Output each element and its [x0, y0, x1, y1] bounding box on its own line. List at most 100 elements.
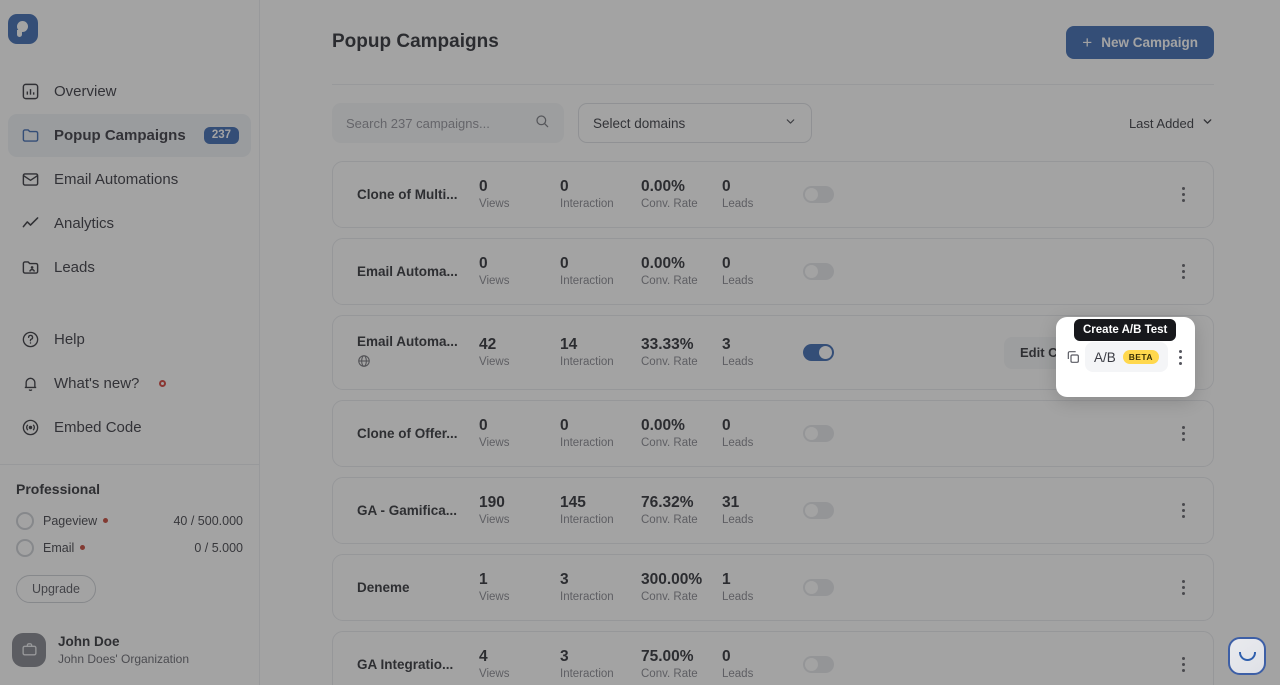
- stat-value: 0: [560, 177, 569, 195]
- stat-value: 0: [722, 254, 731, 272]
- stat-label: Interaction: [560, 198, 614, 210]
- stat-label: Leads: [722, 591, 754, 603]
- user-text-wrap: John Doe John Does' Organization: [58, 633, 189, 667]
- stat-value: 1: [722, 570, 731, 588]
- stat-value: 14: [560, 335, 578, 353]
- stat-label: Views: [479, 356, 510, 368]
- stat-value: 0: [479, 254, 488, 272]
- stat-label: Leads: [722, 275, 754, 287]
- sidebar-item-label: Popup Campaigns: [54, 127, 186, 144]
- campaign-status-toggle[interactable]: [803, 502, 834, 519]
- campaign-name: Clone of Offer...: [357, 426, 458, 441]
- quota-ring-icon: [16, 511, 34, 530]
- sidebar-item-label: Analytics: [54, 215, 115, 232]
- sidebar: Overview Popup Campaigns 237 Email Autom…: [0, 0, 260, 685]
- ab-test-button[interactable]: A/B BETA: [1085, 342, 1168, 372]
- stat-label: Conv. Rate: [641, 275, 698, 287]
- user-account-block[interactable]: John Doe John Does' Organization: [0, 632, 259, 685]
- search-icon[interactable]: [534, 113, 550, 134]
- quota-name-wrap: Pageview: [43, 514, 109, 528]
- search-container[interactable]: [332, 103, 564, 143]
- more-vertical-icon[interactable]: [1171, 657, 1195, 672]
- sidebar-item-popup-campaigns[interactable]: Popup Campaigns 237: [8, 114, 251, 157]
- logo-container: [0, 0, 259, 58]
- stat-views: 0 Views: [479, 416, 560, 450]
- more-vertical-icon[interactable]: [1171, 426, 1195, 441]
- campaign-status-toggle[interactable]: [803, 344, 834, 361]
- stat-views: 190 Views: [479, 494, 560, 527]
- row-actions: [1171, 503, 1195, 518]
- more-vertical-icon[interactable]: [1171, 187, 1195, 202]
- popupsmart-logo[interactable]: [8, 14, 38, 44]
- sidebar-item-email-automations[interactable]: Email Automations: [8, 158, 251, 201]
- domain-select[interactable]: Select domains: [578, 103, 812, 143]
- table-row[interactable]: Deneme 1 Views 3 Interaction 300.00% Con…: [332, 554, 1214, 621]
- sidebar-item-label: Embed Code: [54, 419, 142, 436]
- chevron-down-icon: [1201, 115, 1214, 131]
- table-row[interactable]: Clone of Offer... 0 Views 0 Interaction …: [332, 400, 1214, 467]
- more-vertical-icon[interactable]: [1171, 264, 1195, 279]
- campaign-name-wrap: Email Automa...: [357, 334, 479, 371]
- search-input[interactable]: [346, 115, 534, 131]
- page-title: Popup Campaigns: [332, 31, 499, 52]
- campaign-status-toggle[interactable]: [803, 263, 834, 280]
- campaign-name: Clone of Multi...: [357, 187, 458, 202]
- stat-value: 4: [479, 647, 488, 665]
- stat-value: 300.00%: [641, 570, 703, 588]
- table-row[interactable]: GA Integratio... 4 Views 3 Interaction 7…: [332, 631, 1214, 685]
- campaign-name: Email Automa...: [357, 334, 458, 349]
- stat-value: 76.32%: [641, 493, 694, 511]
- sidebar-item-label: Overview: [54, 83, 117, 100]
- user-name: John Doe: [58, 633, 120, 649]
- table-row[interactable]: Email Automa... 0 Views 0 Interaction 0.…: [332, 238, 1214, 305]
- table-row[interactable]: Clone of Multi... 0 Views 0 Interaction …: [332, 161, 1214, 228]
- new-campaign-button[interactable]: + New Campaign: [1066, 25, 1214, 59]
- sidebar-item-label: What's new?: [54, 375, 140, 392]
- sidebar-item-whats-new[interactable]: What's new?: [8, 362, 251, 405]
- more-vertical-icon[interactable]: [1171, 580, 1195, 595]
- ab-test-tooltip: Create A/B Test: [1074, 319, 1177, 341]
- stat-value: 3: [722, 335, 731, 353]
- sidebar-item-analytics[interactable]: Analytics: [8, 202, 251, 245]
- new-campaign-label: New Campaign: [1101, 34, 1198, 50]
- sort-control[interactable]: Last Added: [1129, 115, 1214, 131]
- campaign-name: GA - Gamifica...: [357, 503, 458, 518]
- more-vertical-icon[interactable]: [1171, 503, 1195, 518]
- stat-interaction: 0 Interaction: [560, 177, 641, 211]
- user-organization: John Does' Organization: [58, 651, 190, 666]
- stat-value: 75.00%: [641, 647, 694, 665]
- campaign-status-toggle[interactable]: [803, 425, 834, 442]
- sidebar-item-leads[interactable]: Leads: [8, 246, 251, 289]
- quota-row-email: Email 0 / 5.000: [16, 534, 243, 561]
- stat-views: 0 Views: [479, 254, 560, 288]
- campaign-status-toggle[interactable]: [803, 579, 834, 596]
- stat-label: Leads: [722, 198, 754, 210]
- stat-value: 0: [722, 416, 731, 434]
- stat-label: Leads: [722, 514, 754, 526]
- campaign-status-toggle[interactable]: [803, 186, 834, 203]
- sidebar-item-overview[interactable]: Overview: [8, 70, 251, 113]
- chevron-down-icon: [784, 115, 797, 131]
- campaign-name: Deneme: [357, 580, 410, 595]
- sidebar-item-embed-code[interactable]: Embed Code: [8, 406, 251, 449]
- stat-label: Interaction: [560, 668, 614, 680]
- stat-label: Views: [479, 514, 510, 526]
- table-row[interactable]: GA - Gamifica... 190 Views 145 Interacti…: [332, 477, 1214, 544]
- sidebar-item-help[interactable]: Help: [8, 318, 251, 361]
- campaign-status-toggle[interactable]: [803, 656, 834, 673]
- chart-bar-icon: [20, 82, 40, 102]
- stat-value: 0: [479, 416, 488, 434]
- quota-label: Email: [43, 540, 75, 555]
- stat-value: 31: [722, 493, 740, 511]
- stat-leads: 0 Leads: [722, 178, 803, 211]
- stat-value: 33.33%: [641, 335, 694, 353]
- upgrade-button[interactable]: Upgrade: [16, 575, 96, 603]
- more-vertical-icon[interactable]: [1176, 349, 1186, 365]
- stat-value: 0: [479, 177, 488, 195]
- chat-launcher-button[interactable]: [1228, 637, 1266, 675]
- stat-interaction: 145 Interaction: [560, 494, 641, 527]
- duplicate-icon[interactable]: [1065, 342, 1081, 372]
- stat-label: Interaction: [560, 356, 614, 368]
- app-root: Overview Popup Campaigns 237 Email Autom…: [0, 0, 1280, 685]
